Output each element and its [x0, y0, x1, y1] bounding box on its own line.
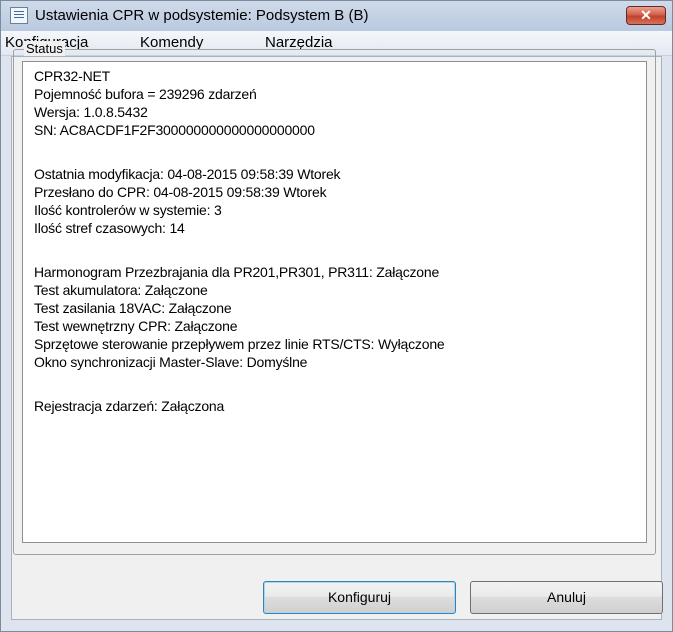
status-line-buffer: Pojemność bufora = 239296 zdarzeń [34, 86, 257, 102]
status-line-last-modified: Ostatnia modyfikacja: 04-08-2015 09:58:3… [34, 166, 341, 182]
close-icon: ✕ [640, 7, 652, 23]
status-line-version: Wersja: 1.0.8.5432 [34, 104, 148, 120]
status-line-time-zones: Ilość stref czasowych: 14 [34, 220, 185, 236]
status-line-sent-to-cpr: Przesłano do CPR: 04-08-2015 09:58:39 Wt… [34, 184, 327, 200]
status-line-flow-control: Sprzętowe sterowanie przepływem przez li… [34, 336, 445, 352]
app-window-icon [10, 7, 28, 24]
configure-button[interactable]: Konfiguruj [263, 581, 456, 614]
status-line-controllers: Ilość kontrolerów w systemie: 3 [34, 202, 222, 218]
status-line-schedule: Harmonogram Przezbrajania dla PR201,PR30… [34, 264, 440, 280]
status-line-sync-window: Okno synchronizacji Master-Slave: Domyśl… [34, 354, 308, 370]
title-bar[interactable]: Ustawienia CPR w podsystemie: Podsystem … [1, 1, 672, 31]
status-line-device: CPR32-NET [34, 68, 110, 84]
status-line-power-test: Test zasilania 18VAC: Załączone [34, 300, 232, 316]
close-button[interactable]: ✕ [626, 6, 666, 25]
dialog-window: Ustawienia CPR w podsystemie: Podsystem … [0, 0, 673, 632]
status-line-event-log: Rejestracja zdarzeń: Załączona [34, 398, 225, 414]
cancel-button[interactable]: Anuluj [470, 581, 663, 614]
status-line-internal-test: Test wewnętrzny CPR: Załączone [34, 318, 238, 334]
status-legend: Status [24, 41, 65, 56]
window-title: Ustawienia CPR w podsystemie: Podsystem … [35, 7, 369, 24]
status-text-box[interactable]: CPR32-NET Pojemność bufora = 239296 zdar… [22, 61, 647, 543]
status-line-serial: SN: AC8ACDF1F2F300000000000000000000 [34, 122, 315, 138]
status-line-battery-test: Test akumulatora: Załączone [34, 282, 208, 298]
